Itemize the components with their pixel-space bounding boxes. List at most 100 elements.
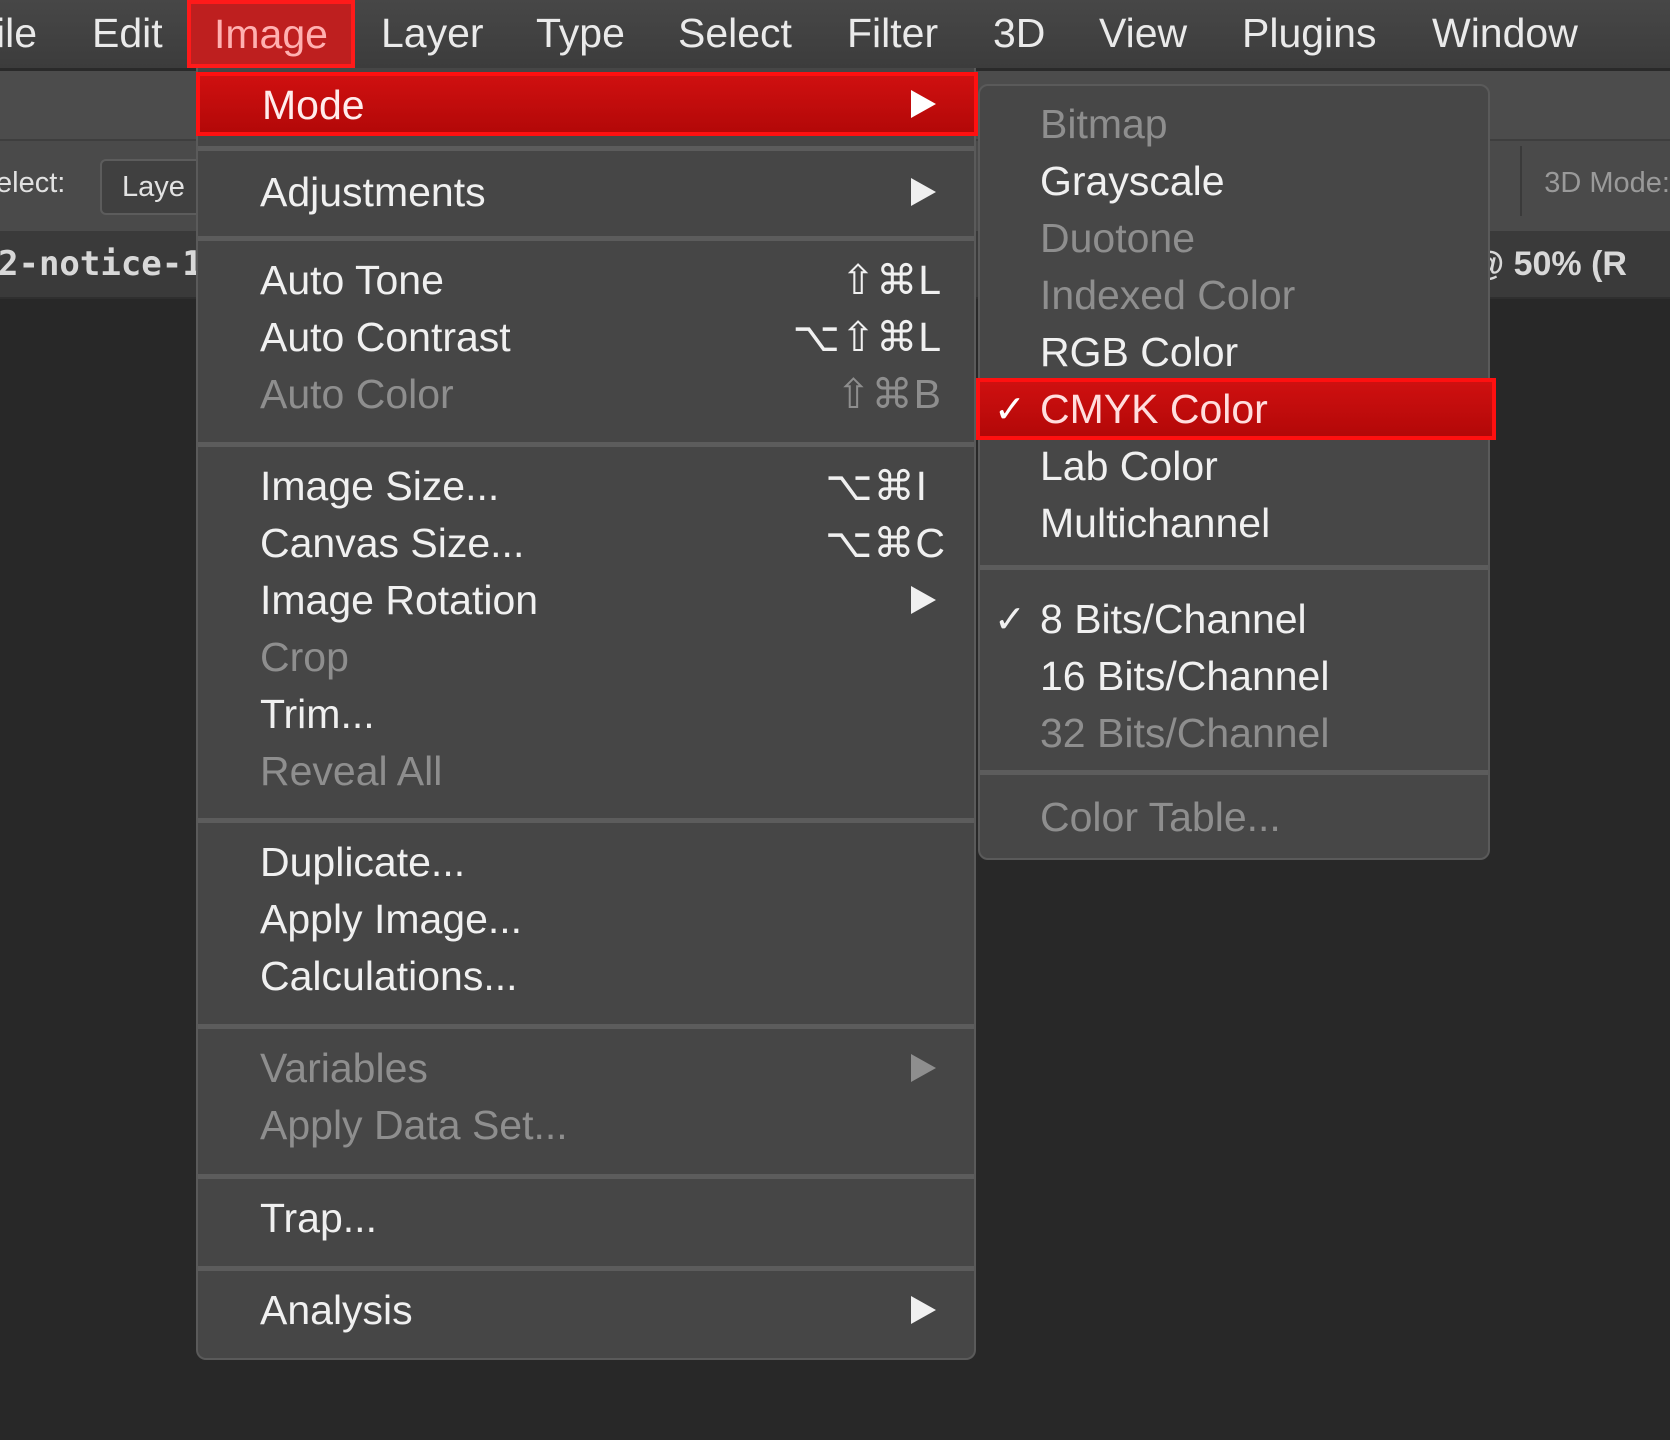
- menu-layer[interactable]: Layer: [381, 0, 484, 68]
- menu-separator: [198, 1266, 974, 1271]
- menu-item-label: Image Rotation: [260, 577, 539, 623]
- submenu-arrow-icon: [911, 586, 936, 614]
- submenu-item-bitmap[interactable]: Bitmap: [980, 96, 1488, 152]
- menu-item-image-rotation[interactable]: Image Rotation: [198, 572, 974, 628]
- menu-item-duplicate[interactable]: Duplicate...: [198, 834, 974, 890]
- submenu-item-label: Indexed Color: [1040, 272, 1296, 318]
- menu-item-label: Mode: [262, 82, 365, 128]
- menu-item-crop[interactable]: Crop: [198, 629, 974, 685]
- menu-item-auto-color[interactable]: Auto Color ⇧⌘B: [198, 366, 974, 422]
- submenu-item-8-bits[interactable]: ✓ 8 Bits/Channel: [980, 591, 1488, 647]
- checkmark-icon: ✓: [994, 387, 1026, 431]
- menu-item-auto-tone[interactable]: Auto Tone ⇧⌘L: [198, 252, 974, 308]
- menu-item-auto-contrast[interactable]: Auto Contrast ⌥⇧⌘L: [198, 309, 974, 365]
- menu-item-apply-image[interactable]: Apply Image...: [198, 891, 974, 947]
- menu-item-label: Variables: [260, 1045, 428, 1091]
- submenu-arrow-icon: [911, 1296, 936, 1324]
- menu-item-label: Duplicate...: [260, 839, 466, 885]
- submenu-item-grayscale[interactable]: Grayscale: [980, 153, 1488, 209]
- menu-item-image-size[interactable]: Image Size... ⌥⌘I: [198, 458, 974, 514]
- menu-window[interactable]: Window: [1432, 0, 1578, 68]
- submenu-separator: [980, 770, 1488, 775]
- menu-item-label: Crop: [260, 634, 349, 680]
- menu-bar: ile Edit Image Layer Type Select Filter …: [0, 0, 1670, 71]
- menu-item-label: Auto Contrast: [260, 314, 511, 360]
- submenu-item-label: Lab Color: [1040, 443, 1218, 489]
- submenu-item-duotone[interactable]: Duotone: [980, 210, 1488, 266]
- options-divider: [1520, 146, 1522, 216]
- submenu-item-lab-color[interactable]: Lab Color: [980, 438, 1488, 494]
- menu-item-label: Canvas Size...: [260, 520, 525, 566]
- submenu-item-label: 8 Bits/Channel: [1040, 596, 1307, 642]
- menu-shortcut: ⇧⌘L: [840, 257, 942, 303]
- submenu-item-label: Multichannel: [1040, 500, 1271, 546]
- menu-item-trap[interactable]: Trap...: [198, 1190, 974, 1246]
- menu-select[interactable]: Select: [678, 0, 792, 68]
- menu-plugins[interactable]: Plugins: [1242, 0, 1376, 68]
- menu-shortcut: ⌥⇧⌘L: [792, 314, 942, 360]
- menu-separator: [198, 146, 974, 151]
- menu-file[interactable]: ile: [0, 0, 37, 68]
- submenu-item-cmyk-color[interactable]: ✓ CMYK Color: [976, 378, 1496, 440]
- submenu-arrow-icon: [911, 90, 936, 118]
- submenu-arrow-icon: [911, 178, 936, 206]
- checkmark-icon: ✓: [994, 597, 1026, 641]
- menu-item-label: Auto Color: [260, 371, 454, 417]
- submenu-item-label: RGB Color: [1040, 329, 1239, 375]
- submenu-arrow-icon: [911, 1054, 936, 1082]
- submenu-item-label: 16 Bits/Channel: [1040, 653, 1330, 699]
- menu-item-analysis[interactable]: Analysis: [198, 1282, 974, 1338]
- mode-submenu: Bitmap Grayscale Duotone Indexed Color R…: [976, 84, 1496, 860]
- submenu-item-label: 32 Bits/Channel: [1040, 710, 1330, 756]
- submenu-item-32-bits[interactable]: 32 Bits/Channel: [980, 705, 1488, 761]
- menu-view[interactable]: View: [1099, 0, 1187, 68]
- menu-shortcut: ⇧⌘B: [836, 371, 942, 417]
- menu-item-reveal-all[interactable]: Reveal All: [198, 743, 974, 799]
- menu-item-label: Trap...: [260, 1195, 377, 1241]
- document-tab-left[interactable]: 2-notice-12: [0, 231, 223, 297]
- menu-separator: [198, 236, 974, 241]
- menu-item-label: Adjustments: [260, 169, 486, 215]
- menu-item-label: Image Size...: [260, 463, 500, 509]
- submenu-item-label: CMYK Color: [1040, 386, 1268, 432]
- menu-edit[interactable]: Edit: [92, 0, 163, 68]
- menu-separator: [198, 442, 974, 447]
- submenu-item-color-table[interactable]: Color Table...: [980, 789, 1488, 845]
- menu-item-label: Apply Data Set...: [260, 1102, 568, 1148]
- menu-shortcut: ⌥⌘I: [825, 463, 928, 509]
- submenu-item-indexed-color[interactable]: Indexed Color: [980, 267, 1488, 323]
- menu-item-label: Reveal All: [260, 748, 443, 794]
- submenu-item-label: Duotone: [1040, 215, 1196, 261]
- submenu-item-rgb-color[interactable]: RGB Color: [980, 324, 1488, 380]
- menu-separator: [198, 818, 974, 823]
- menu-item-apply-data-set[interactable]: Apply Data Set...: [198, 1097, 974, 1153]
- submenu-item-label: Bitmap: [1040, 101, 1168, 147]
- menu-item-calculations[interactable]: Calculations...: [198, 948, 974, 1004]
- menu-item-adjustments[interactable]: Adjustments: [198, 164, 974, 220]
- menu-item-mode[interactable]: Mode: [196, 72, 978, 136]
- submenu-item-16-bits[interactable]: 16 Bits/Channel: [980, 648, 1488, 704]
- menu-separator: [198, 1024, 974, 1029]
- menu-item-label: Analysis: [260, 1287, 413, 1333]
- menu-item-trim[interactable]: Trim...: [198, 686, 974, 742]
- auto-select-dropdown[interactable]: Laye: [100, 159, 210, 215]
- menu-3d[interactable]: 3D: [993, 0, 1045, 68]
- image-menu: Mode Adjustments Auto Tone ⇧⌘L Auto Cont…: [196, 68, 978, 1360]
- menu-item-label: Apply Image...: [260, 896, 523, 942]
- menu-item-label: Trim...: [260, 691, 375, 737]
- submenu-separator: [980, 565, 1488, 570]
- menu-item-label: Calculations...: [260, 953, 518, 999]
- menu-item-canvas-size[interactable]: Canvas Size... ⌥⌘C: [198, 515, 974, 571]
- menu-filter[interactable]: Filter: [847, 0, 938, 68]
- menu-separator: [198, 1174, 974, 1179]
- menu-item-variables[interactable]: Variables: [198, 1040, 974, 1096]
- submenu-item-label: Grayscale: [1040, 158, 1225, 204]
- 3d-mode-label: 3D Mode:: [1544, 167, 1670, 199]
- auto-select-label: elect:: [0, 167, 66, 199]
- menu-shortcut: ⌥⌘C: [825, 520, 946, 566]
- submenu-item-multichannel[interactable]: Multichannel: [980, 495, 1488, 551]
- menu-image[interactable]: Image: [187, 0, 355, 68]
- menu-type[interactable]: Type: [536, 0, 625, 68]
- menu-item-label: Auto Tone: [260, 257, 444, 303]
- submenu-item-label: Color Table...: [1040, 794, 1281, 840]
